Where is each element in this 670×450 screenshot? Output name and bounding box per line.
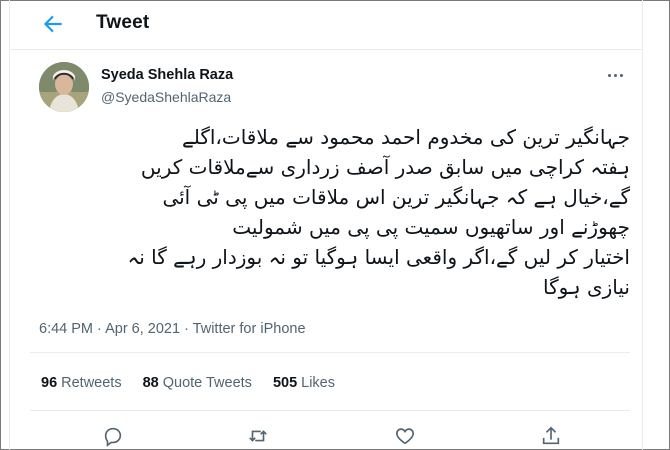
share-icon[interactable] xyxy=(540,425,562,447)
more-options-icon[interactable] xyxy=(602,66,628,84)
tweet-timestamp[interactable]: 6:44 PM · Apr 6, 2021 · Twitter for iPho… xyxy=(39,321,306,337)
retweets-count: 96 xyxy=(41,375,58,391)
quote-tweets-label: Quote Tweets xyxy=(162,375,252,391)
retweet-icon[interactable] xyxy=(247,425,269,447)
author-name[interactable]: Syeda Shehla Raza xyxy=(101,67,233,83)
tweet-stats: 96 Retweets 88 Quote Tweets 505 Likes xyxy=(41,375,335,391)
likes-count: 505 xyxy=(272,375,298,391)
page-title: Tweet xyxy=(96,12,150,33)
like-icon[interactable] xyxy=(394,425,416,447)
retweets-stat[interactable]: 96 Retweets xyxy=(41,375,122,391)
quote-tweets-count: 88 xyxy=(142,375,159,391)
retweets-label: Retweets xyxy=(61,375,122,391)
quote-tweets-stat[interactable]: 88 Quote Tweets xyxy=(143,375,252,391)
author-handle[interactable]: @SyedaShehlaRaza xyxy=(101,89,231,105)
reply-icon[interactable] xyxy=(102,425,124,447)
likes-label: Likes xyxy=(301,375,335,391)
header: Tweet xyxy=(10,0,642,50)
back-arrow-icon[interactable] xyxy=(40,11,66,37)
divider xyxy=(30,352,630,353)
tweet-text: جہانگیر ترین کی مخدوم احمد محمود سے ملاق… xyxy=(127,125,630,299)
avatar[interactable] xyxy=(39,62,89,112)
divider xyxy=(30,410,630,411)
likes-stat[interactable]: 505 Likes xyxy=(273,375,335,391)
tweet-column: Tweet Syeda Shehla Raza @SyedaShehlaRaza… xyxy=(9,0,643,450)
